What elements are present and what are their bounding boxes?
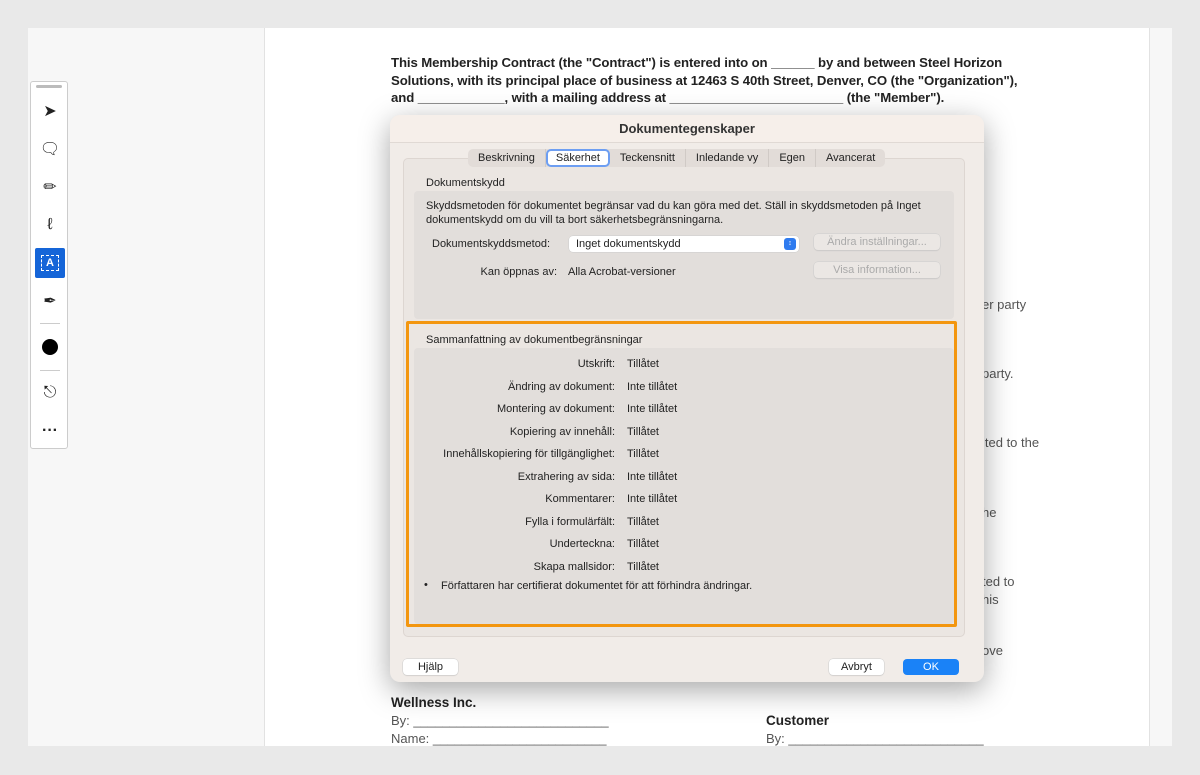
method-value: Inget dokumentskydd <box>576 238 681 250</box>
protection-heading: Dokumentskydd <box>426 177 505 189</box>
highlight-icon[interactable]: ✏ <box>35 172 65 202</box>
text-fragment: ove <box>982 643 1003 658</box>
show-info-button[interactable]: Visa information... <box>814 262 940 278</box>
stamp-icon[interactable]: ⎋ <box>35 378 65 408</box>
toolbar-grip[interactable] <box>36 85 62 88</box>
text-fragment: party. <box>982 366 1014 381</box>
ok-button[interactable]: OK <box>903 659 959 675</box>
protection-group: Skyddsmetoden för dokumentet begränsar v… <box>414 191 954 319</box>
signature-right-title: Customer <box>766 713 830 728</box>
more-icon[interactable]: ··· <box>35 416 65 446</box>
sign-icon[interactable]: ✒ <box>35 286 65 316</box>
dialog-title: Dokumentegenskaper <box>390 115 984 143</box>
signature-right-by: By: ___________________________ <box>766 731 984 746</box>
open-by-label: Kan öppnas av: <box>480 266 557 278</box>
method-label: Dokumentskyddsmetod: <box>432 238 550 250</box>
tab-egen[interactable]: Egen <box>769 149 817 167</box>
toolbar-divider <box>40 370 60 371</box>
annotation-toolbar: ➤ 🗨 ✏ ℓ A ✒ ⎋ ··· <box>30 81 68 449</box>
select-icon[interactable]: ➤ <box>35 96 65 126</box>
comment-icon[interactable]: 🗨 <box>35 134 65 164</box>
tab-sakerhet[interactable]: Säkerhet <box>545 149 610 167</box>
tab-inledande-vy[interactable]: Inledande vy <box>686 149 770 167</box>
chevron-updown-icon: ↕ <box>784 238 796 250</box>
text-select-icon[interactable]: A <box>35 248 65 278</box>
method-select[interactable]: Inget dokumentskydd ↕ <box>569 236 799 252</box>
text-fragment: his <box>982 592 999 607</box>
tab-teckensnitt[interactable]: Teckensnitt <box>610 149 686 167</box>
toolbar-divider <box>40 323 60 324</box>
protection-description: Skyddsmetoden för dokumentet begränsar v… <box>426 200 921 226</box>
tab-avancerat[interactable]: Avancerat <box>816 149 885 167</box>
draw-icon[interactable]: ℓ <box>35 210 65 240</box>
color-icon[interactable] <box>35 332 65 362</box>
tab-bar: Beskrivning Säkerhet Teckensnitt Inledan… <box>468 149 886 167</box>
text-fragment: er party <box>982 297 1027 312</box>
cancel-button[interactable]: Avbryt <box>829 659 884 675</box>
text-fragment: ited to the <box>982 435 1040 450</box>
signature-left-title: Wellness Inc. <box>391 695 477 710</box>
highlight-box <box>406 321 957 627</box>
help-button[interactable]: Hjälp <box>403 659 458 675</box>
text-fragment: he <box>982 505 997 520</box>
tab-beskrivning[interactable]: Beskrivning <box>468 149 546 167</box>
signature-left-by: By: ___________________________ <box>391 713 609 728</box>
text-fragment: ted to <box>982 574 1015 589</box>
change-settings-button[interactable]: Ändra inställningar... <box>814 234 940 250</box>
open-by-value: Alla Acrobat-versioner <box>568 266 676 278</box>
signature-left-name: Name: ________________________ <box>391 731 607 746</box>
contract-intro: This Membership Contract (the "Contract"… <box>391 55 1018 105</box>
